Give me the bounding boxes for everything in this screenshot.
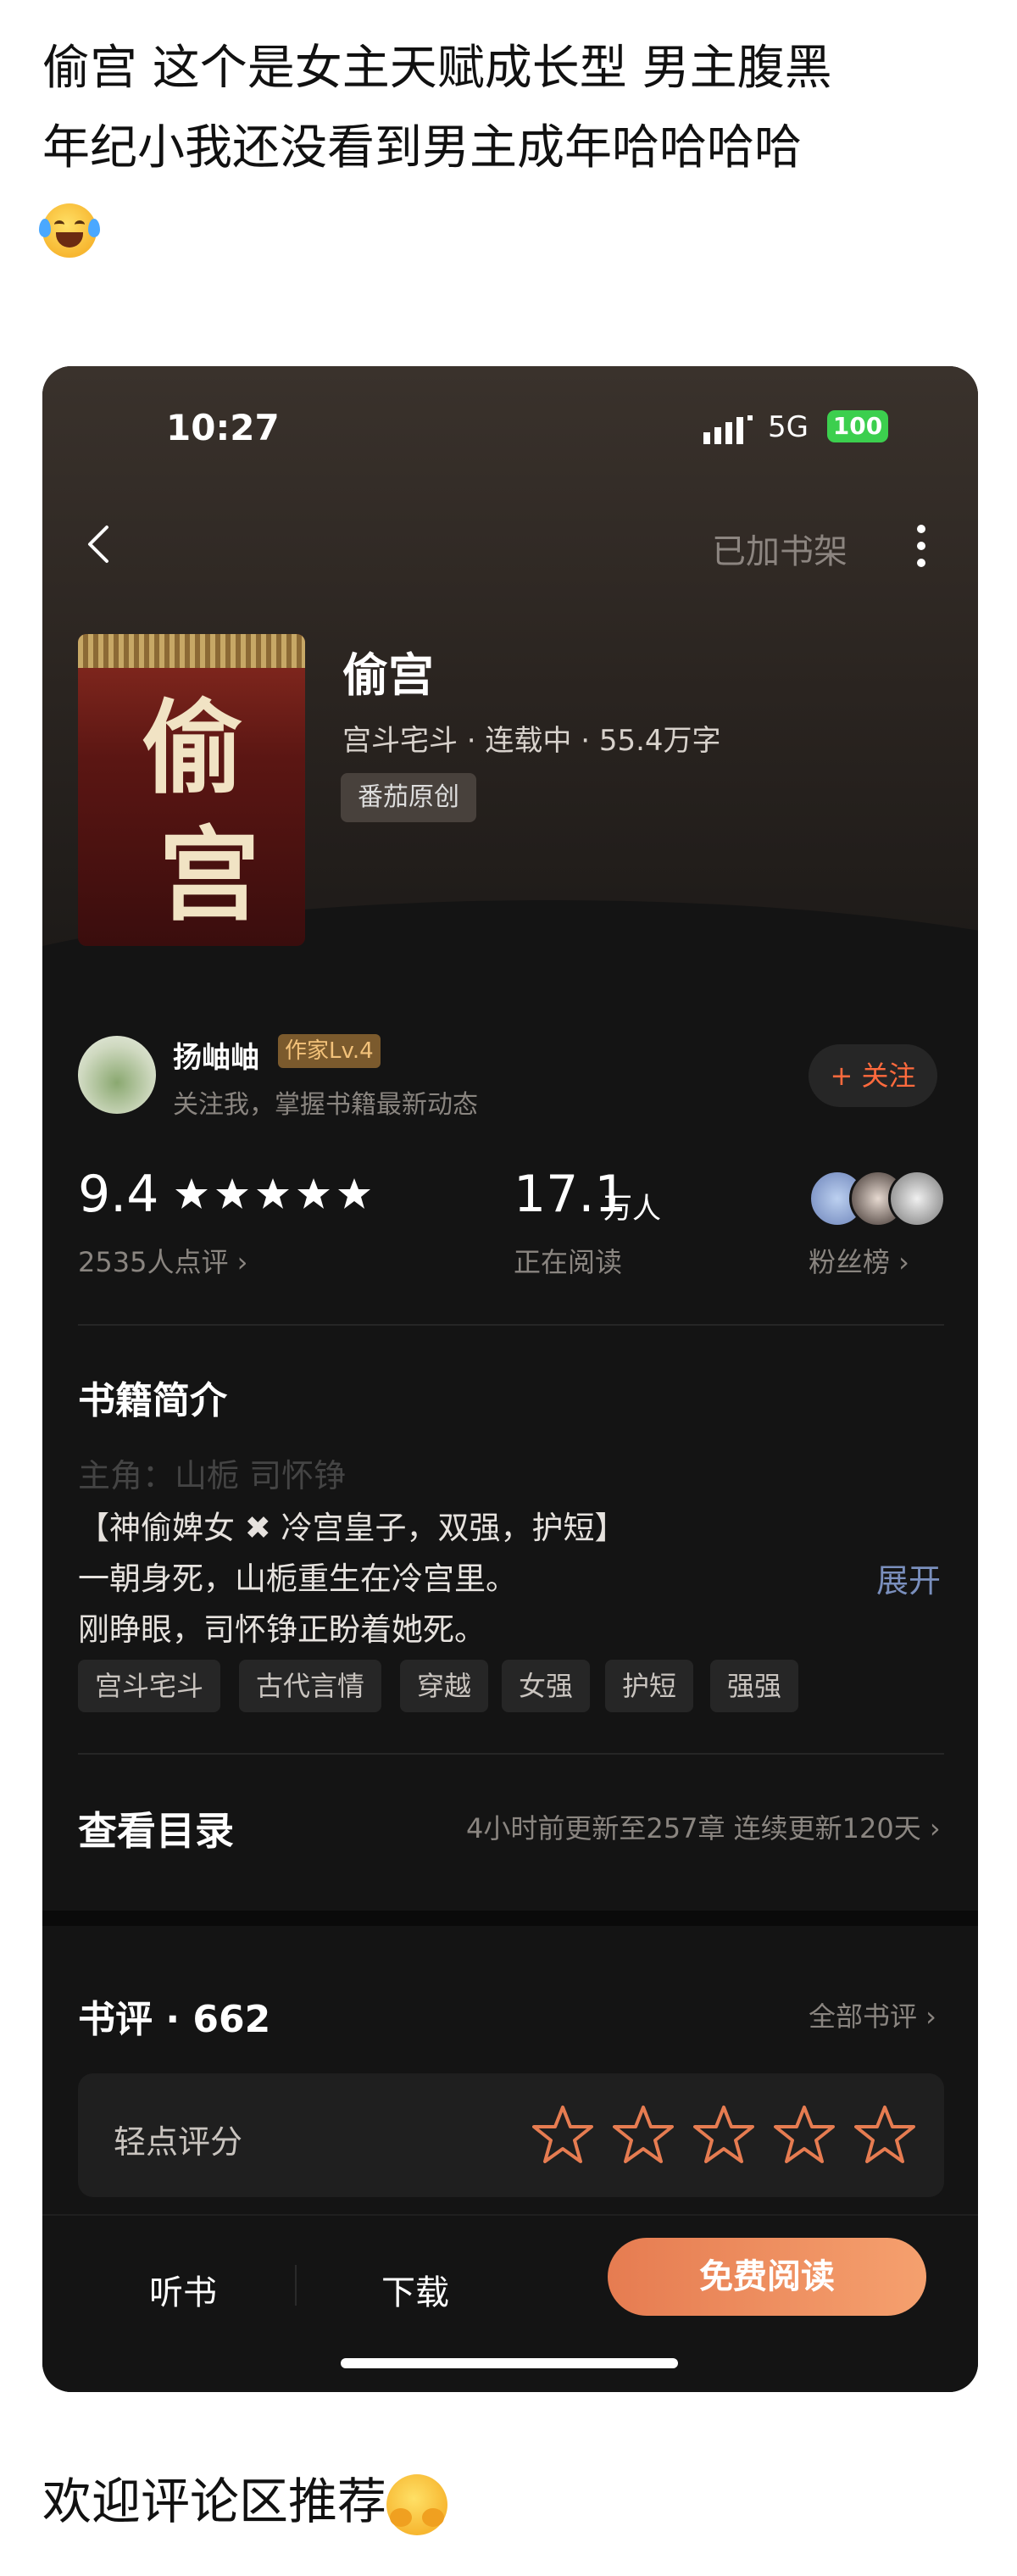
intro-protagonists: 主角：山栀 司怀铮 (78, 1457, 347, 1494)
genre-tag[interactable]: 宫斗宅斗 (78, 1660, 221, 1712)
intro-line: 一朝身死，山栀重生在冷宫里。 (78, 1561, 517, 1597)
follow-tip: 关注我，掌握书籍最新动态 (173, 1090, 478, 1120)
rating-score: 9.4 (78, 1165, 159, 1224)
expand-intro-button[interactable]: 展开 (876, 1555, 941, 1601)
book-meta: 宫斗宅斗 · 连载中 · 55.4万字 (342, 724, 721, 758)
post-footer: 欢迎评论区推荐 (42, 2462, 448, 2535)
star-icon (257, 1178, 289, 1209)
post-text: 偷宫 这个是女主天赋成长型 男主腹黑 年纪小我还没看到男主成年哈哈哈哈 (39, 29, 983, 268)
intro-line: 刚睁眼，司怀铮正盼着她死。 (78, 1611, 486, 1648)
all-reviews-link[interactable]: 全部书评 › (809, 1995, 936, 2034)
rating-stars (175, 1178, 370, 1209)
fan-avatar[interactable] (888, 1170, 946, 1227)
star-icon (338, 1178, 370, 1209)
rate-star-icon[interactable] (613, 2104, 674, 2165)
bottom-separator (295, 2265, 297, 2306)
battery-icon: 100 (827, 410, 888, 442)
genre-tag[interactable]: 古代言情 (239, 1660, 382, 1712)
readers-unit: 万人 (603, 1192, 661, 1226)
rate-star-icon[interactable] (774, 2104, 835, 2165)
network-type: 5G (768, 410, 809, 444)
fans-ranking-link[interactable]: 粉丝榜 › (809, 1241, 909, 1280)
post-line-2: 年纪小我还没看到男主成年哈哈哈哈 (42, 120, 802, 175)
post-footer-text: 欢迎评论区推荐 (42, 2473, 387, 2530)
author-name[interactable]: 扬岫岫 (173, 1034, 259, 1076)
phone-screenshot: 10:27 5G 100 已加书架 偷 宫 偷宫 宫斗宅斗 · 连载中 · 55… (42, 366, 978, 2392)
book-cover[interactable]: 偷 宫 (78, 634, 305, 946)
added-to-shelf-button[interactable]: 已加书架 (712, 524, 848, 573)
star-icon (216, 1178, 248, 1209)
cover-roof-tiles (78, 634, 305, 668)
status-time: 10:27 (166, 407, 280, 448)
star-icon (175, 1178, 208, 1209)
intro-heading: 书籍简介 (78, 1379, 227, 1422)
book-source-tag: 番茄原创 (341, 773, 476, 822)
rate-star-icon[interactable] (854, 2104, 915, 2165)
signal-icon (703, 415, 753, 444)
catalog-update-info[interactable]: 4小时前更新至257章 连续更新120天 › (466, 1807, 941, 1846)
rate-star-icon[interactable] (693, 2104, 754, 2165)
genre-tag[interactable]: 穿越 (400, 1660, 489, 1712)
cover-title: 偷 宫 (142, 688, 260, 935)
hugging-face-emoji-icon (386, 2473, 448, 2535)
reviews-heading: 书评 · 662 (78, 1998, 271, 2041)
genre-tag[interactable]: 护短 (605, 1660, 694, 1712)
download-button[interactable]: 下载 (381, 2265, 449, 2314)
genre-tag[interactable]: 女强 (502, 1660, 591, 1712)
star-icon (297, 1178, 330, 1209)
post-line-1: 偷宫 这个是女主天赋成长型 男主腹黑 (42, 41, 832, 96)
divider (78, 1753, 944, 1755)
section-gap (42, 1911, 978, 1926)
home-indicator[interactable] (341, 2358, 678, 2368)
book-title: 偷宫 (342, 648, 434, 702)
rating-count-link[interactable]: 2535人点评 › (78, 1241, 247, 1280)
readers-label: 正在阅读 (514, 1246, 623, 1278)
author-level-badge: 作家Lv.4 (278, 1034, 381, 1068)
author-avatar[interactable] (78, 1036, 156, 1114)
intro-line: 【神偷婢女 ✖ 冷宫皇子，双强，护短】 (78, 1510, 626, 1546)
follow-button[interactable]: + 关注 (809, 1044, 937, 1107)
quick-rating-label: 轻点评分 (114, 2123, 243, 2161)
view-catalog-button[interactable]: 查看目录 (78, 1800, 234, 1856)
listen-button[interactable]: 听书 (149, 2265, 217, 2314)
laughing-tears-emoji-icon (39, 203, 100, 258)
rate-star-icon[interactable] (532, 2104, 593, 2165)
genre-tag[interactable]: 强强 (710, 1660, 799, 1712)
back-arrow-icon[interactable] (80, 524, 120, 565)
free-read-button[interactable]: 免费阅读 (608, 2238, 926, 2316)
divider (78, 1324, 944, 1326)
more-vertical-icon[interactable] (915, 522, 927, 570)
